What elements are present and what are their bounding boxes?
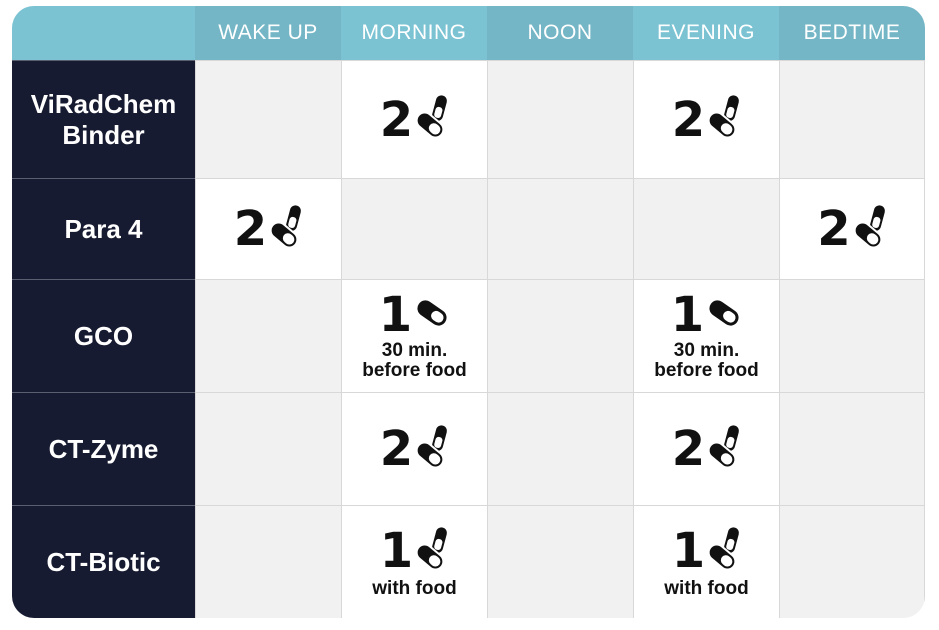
- dose-quantity: 2: [671, 91, 706, 148]
- dose-cell-noon: [487, 60, 633, 178]
- dose: 2: [672, 94, 741, 145]
- dose-cell-morning: 2: [341, 392, 487, 505]
- dose-note: 30 min. before food: [362, 340, 467, 381]
- dose: 2: [380, 424, 449, 475]
- dose-quantity: 2: [233, 201, 268, 257]
- dose-cell-bedtime: [779, 392, 925, 505]
- dose-quantity: 2: [379, 91, 414, 148]
- two-pills-icon: [415, 424, 449, 475]
- supplement-schedule-table: WAKE UP MORNING NOON EVENING BEDTIME ViR…: [12, 6, 925, 618]
- dose-cell-morning: 1 with food: [341, 505, 487, 618]
- header-morning: MORNING: [341, 6, 487, 60]
- dose-cell-evening: 2: [633, 60, 779, 178]
- dose-cell-bedtime: 2: [779, 178, 925, 279]
- two-pills-icon: [707, 94, 741, 145]
- dose-quantity: 2: [817, 201, 851, 257]
- header-wake-up: WAKE UP: [195, 6, 341, 60]
- dose-cell-morning: 1 30 min. before food: [341, 279, 487, 392]
- header-corner: [12, 6, 195, 60]
- supplement-name: CT-Zyme: [12, 392, 195, 505]
- dose: 1: [672, 526, 741, 577]
- dose-note: 30 min. before food: [654, 340, 759, 381]
- dose-cell-evening: 1 with food: [633, 505, 779, 618]
- dose: 2: [380, 94, 449, 145]
- dose-quantity: 1: [378, 287, 413, 343]
- dose-cell-wake-up: [195, 279, 341, 392]
- dose-note: with food: [372, 577, 457, 599]
- dose-cell-evening: 1 30 min. before food: [633, 279, 779, 392]
- dose-cell-noon: [487, 505, 633, 618]
- dose: 2: [234, 204, 303, 255]
- two-pills-icon: [269, 204, 303, 255]
- two-pills-icon: [415, 94, 449, 145]
- dose-cell-bedtime: [779, 505, 925, 618]
- dose-quantity: 1: [671, 523, 706, 579]
- single-pill-icon: [706, 298, 742, 333]
- dose-cell-noon: [487, 392, 633, 505]
- dose-cell-wake-up: [195, 505, 341, 618]
- header-bedtime: BEDTIME: [779, 6, 925, 60]
- single-pill-icon: [414, 298, 450, 333]
- dose: 1: [380, 526, 449, 577]
- dose-cell-noon: [487, 279, 633, 392]
- dose-note: with food: [664, 577, 749, 599]
- dose-cell-wake-up: [195, 392, 341, 505]
- dose-quantity: 1: [670, 287, 705, 343]
- dose: 1: [379, 291, 450, 339]
- dose: 2: [817, 204, 886, 255]
- dose-quantity: 1: [379, 523, 414, 579]
- dose-quantity: 2: [671, 421, 706, 477]
- header-evening: EVENING: [633, 6, 779, 60]
- dose: 2: [672, 424, 741, 475]
- two-pills-icon: [707, 424, 741, 475]
- supplement-name: GCO: [12, 279, 195, 392]
- header-noon: NOON: [487, 6, 633, 60]
- dose-cell-noon: [487, 178, 633, 279]
- dose-cell-morning: 2: [341, 60, 487, 178]
- two-pills-icon: [707, 526, 741, 577]
- two-pills-icon: [853, 204, 887, 255]
- dose-cell-bedtime: [779, 60, 925, 178]
- supplement-name: CT-Biotic: [12, 505, 195, 618]
- dose-cell-wake-up: 2: [195, 178, 341, 279]
- supplement-name: ViRadChem Binder: [12, 60, 195, 178]
- dose-cell-evening: 2: [633, 392, 779, 505]
- dose-cell-bedtime: [779, 279, 925, 392]
- supplement-name: Para 4: [12, 178, 195, 279]
- dose-cell-evening: [633, 178, 779, 279]
- two-pills-icon: [415, 526, 449, 577]
- dose-cell-wake-up: [195, 60, 341, 178]
- dose-cell-morning: [341, 178, 487, 279]
- dose: 1: [671, 291, 742, 339]
- dose-quantity: 2: [379, 421, 414, 477]
